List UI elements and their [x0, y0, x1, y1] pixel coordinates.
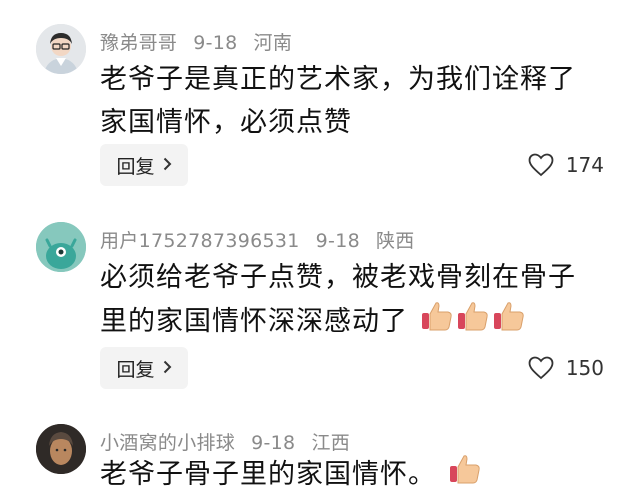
avatar[interactable] — [36, 222, 86, 272]
thumbs-up-emoji-icon — [448, 452, 482, 499]
reply-label: 回复 — [116, 358, 155, 381]
comment-date: 9-18 — [193, 32, 238, 54]
comment-text: 老爷子是真正的艺术家，为我们诠释了 家国情怀，必须点赞 — [100, 58, 600, 144]
comment-text-line: 老爷子是真正的艺术家，为我们诠释了 — [100, 64, 576, 95]
username[interactable]: 小酒窝的小排球 — [100, 432, 235, 454]
avatar-photo-icon — [36, 424, 86, 474]
thumbs-up-emoji-icon — [420, 299, 454, 346]
comment-meta: 用户1752787396531 9-18 陕西 — [100, 226, 431, 253]
comment-date: 9-18 — [251, 432, 296, 454]
comment-meta: 豫弟哥哥 9-18 河南 — [100, 28, 308, 55]
comment-location: 陕西 — [375, 230, 415, 252]
comment-text: 老爷子骨子里的家国情怀。 — [100, 452, 620, 499]
like-button[interactable]: 150 — [528, 356, 604, 380]
username[interactable]: 用户1752787396531 — [100, 230, 300, 252]
avatar-illustration-icon — [36, 24, 86, 74]
comment-location: 河南 — [253, 32, 293, 54]
reply-button[interactable]: 回复 — [100, 144, 188, 186]
avatar-default-icon — [36, 222, 86, 272]
like-count: 150 — [565, 356, 604, 380]
comment-text-line: 必须给老爷子点赞，被老戏骨刻在骨子 — [100, 262, 576, 293]
reply-button[interactable]: 回复 — [100, 347, 188, 389]
comment-text-segment: 里的家国情怀深深感动了 — [100, 306, 408, 337]
thumbs-up-emoji-icon — [456, 299, 490, 346]
comment-text-line: 里的家国情怀深深感动了 — [100, 299, 620, 346]
chevron-right-icon — [163, 156, 172, 175]
comment-text-line: 家国情怀，必须点赞 — [100, 107, 352, 138]
username[interactable]: 豫弟哥哥 — [100, 32, 177, 54]
comment-location: 江西 — [311, 432, 351, 454]
avatar[interactable] — [36, 424, 86, 474]
heart-outline-icon — [528, 153, 554, 177]
comment-date: 9-18 — [315, 230, 360, 252]
like-count: 174 — [565, 153, 604, 177]
comment-meta: 小酒窝的小排球 9-18 江西 — [100, 428, 366, 455]
heart-outline-icon — [528, 356, 554, 380]
avatar[interactable] — [36, 24, 86, 74]
like-button[interactable]: 174 — [528, 153, 604, 177]
chevron-right-icon — [163, 359, 172, 378]
comment-text: 必须给老爷子点赞，被老戏骨刻在骨子 里的家国情怀深深感动了 — [100, 256, 620, 346]
reply-label: 回复 — [116, 155, 155, 178]
thumbs-up-emoji-icon — [492, 299, 526, 346]
comment-text-line: 老爷子骨子里的家国情怀。 — [100, 459, 436, 490]
